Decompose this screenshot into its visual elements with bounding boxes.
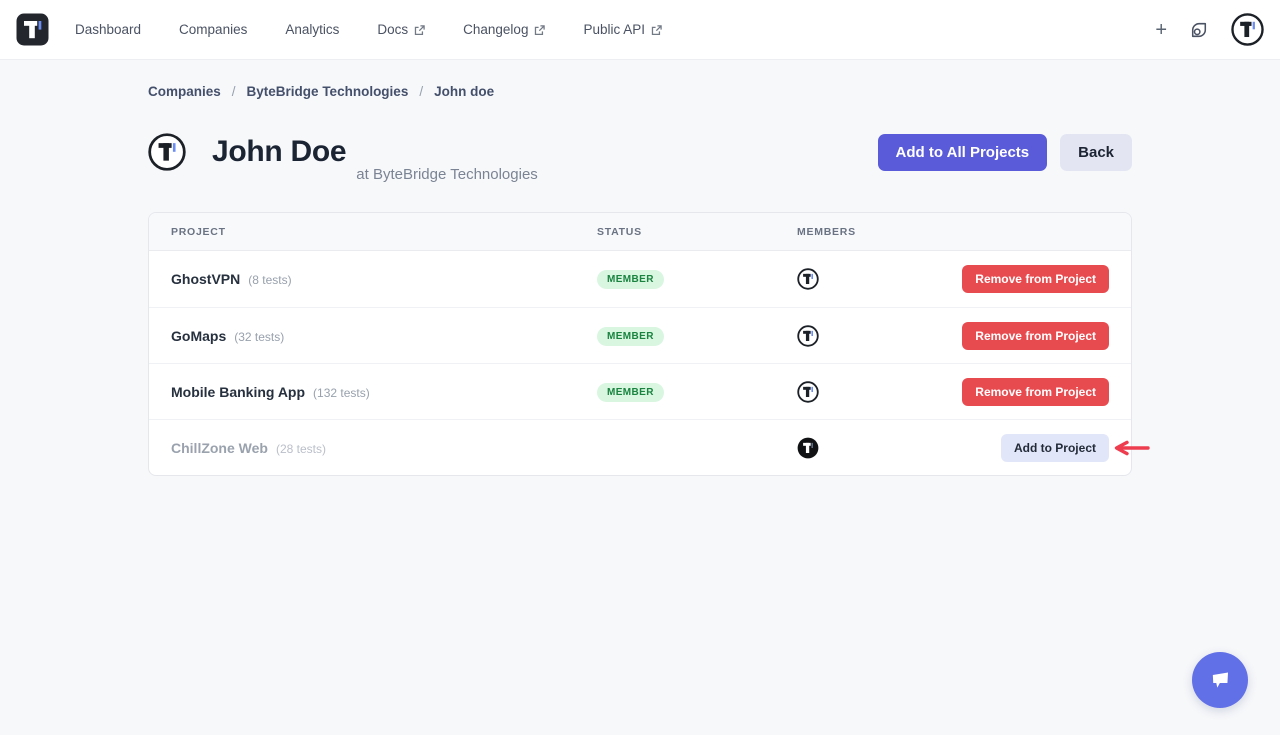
status-cell: MEMBER bbox=[597, 326, 797, 346]
nav-item-companies[interactable]: Companies bbox=[179, 22, 247, 37]
breadcrumb-separator: / bbox=[232, 84, 236, 99]
project-cell: GhostVPN (8 tests) bbox=[171, 271, 597, 287]
breadcrumb-company[interactable]: ByteBridge Technologies bbox=[247, 84, 409, 99]
members-cell: Remove from Project bbox=[797, 322, 1109, 350]
project-name: GoMaps bbox=[171, 328, 226, 344]
nav-item-label: Docs bbox=[377, 22, 408, 37]
status-cell: MEMBER bbox=[597, 269, 797, 289]
external-link-icon bbox=[534, 25, 545, 36]
chat-widget-button[interactable] bbox=[1192, 652, 1248, 708]
remove-from-project-button[interactable]: Remove from Project bbox=[962, 265, 1109, 293]
nav-item-analytics[interactable]: Analytics bbox=[285, 22, 339, 37]
table-header-row: PROJECT STATUS MEMBERS bbox=[149, 213, 1131, 251]
breadcrumb: Companies / ByteBridge Technologies / Jo… bbox=[148, 84, 1132, 99]
members-cell: Remove from Project bbox=[797, 265, 1109, 293]
page-subtitle: at ByteBridge Technologies bbox=[356, 166, 538, 189]
main-content: Companies / ByteBridge Technologies / Jo… bbox=[148, 84, 1132, 476]
breadcrumb-current: John doe bbox=[434, 84, 494, 99]
back-button[interactable]: Back bbox=[1060, 134, 1132, 171]
add-to-project-button[interactable]: Add to Project bbox=[1001, 434, 1109, 462]
nav-item-changelog[interactable]: Changelog bbox=[463, 22, 545, 37]
page-title: John Doe bbox=[212, 135, 346, 169]
member-avatar bbox=[797, 325, 819, 347]
column-header-members: MEMBERS bbox=[797, 226, 1109, 238]
status-badge: MEMBER bbox=[597, 270, 664, 289]
plus-icon[interactable]: + bbox=[1155, 20, 1167, 40]
project-cell: Mobile Banking App (132 tests) bbox=[171, 384, 597, 400]
status-cell: MEMBER bbox=[597, 382, 797, 402]
project-test-count: (132 tests) bbox=[313, 386, 370, 400]
project-test-count: (28 tests) bbox=[276, 442, 326, 456]
member-avatar-dark bbox=[797, 437, 819, 459]
status-badge: MEMBER bbox=[597, 327, 664, 346]
project-cell: ChillZone Web (28 tests) bbox=[171, 440, 597, 456]
project-name: GhostVPN bbox=[171, 271, 240, 287]
nav-item-label: Changelog bbox=[463, 22, 528, 37]
remove-from-project-button[interactable]: Remove from Project bbox=[962, 322, 1109, 350]
projects-table: PROJECT STATUS MEMBERS GhostVPN (8 tests… bbox=[148, 212, 1132, 476]
search-icon[interactable] bbox=[1190, 21, 1208, 39]
project-test-count: (8 tests) bbox=[248, 273, 291, 287]
column-header-status: STATUS bbox=[597, 226, 797, 238]
member-avatar bbox=[797, 268, 819, 290]
nav-item-dashboard[interactable]: Dashboard bbox=[75, 22, 141, 37]
header-actions: Add to All Projects Back bbox=[878, 134, 1132, 171]
column-header-project: PROJECT bbox=[171, 226, 597, 238]
project-name: ChillZone Web bbox=[171, 440, 268, 456]
page-header: John Doe at ByteBridge Technologies Add … bbox=[148, 115, 1132, 189]
table-row: GoMaps (32 tests) MEMBER Remove from Pro… bbox=[149, 307, 1131, 363]
chat-bubble-icon bbox=[1206, 667, 1234, 694]
member-avatar bbox=[797, 381, 819, 403]
remove-from-project-button[interactable]: Remove from Project bbox=[962, 378, 1109, 406]
profile-avatar bbox=[148, 133, 186, 171]
project-name: Mobile Banking App bbox=[171, 384, 305, 400]
user-avatar[interactable] bbox=[1231, 13, 1264, 46]
top-nav: Dashboard Companies Analytics Docs Chang… bbox=[0, 0, 1280, 60]
nav-item-label: Public API bbox=[583, 22, 645, 37]
nav-links: Dashboard Companies Analytics Docs Chang… bbox=[75, 22, 700, 37]
nav-item-label: Companies bbox=[179, 22, 247, 37]
table-row: Mobile Banking App (132 tests) MEMBER Re… bbox=[149, 363, 1131, 419]
annotation-arrow-icon bbox=[1112, 440, 1150, 456]
nav-item-label: Dashboard bbox=[75, 22, 141, 37]
members-cell: Remove from Project bbox=[797, 378, 1109, 406]
table-row: ChillZone Web (28 tests) Add to Project bbox=[149, 419, 1131, 475]
nav-item-label: Analytics bbox=[285, 22, 339, 37]
app-logo-icon[interactable] bbox=[16, 13, 49, 46]
nav-right-actions: + bbox=[1155, 13, 1264, 46]
members-cell: Add to Project bbox=[797, 434, 1109, 462]
add-to-all-projects-button[interactable]: Add to All Projects bbox=[878, 134, 1048, 171]
project-test-count: (32 tests) bbox=[234, 330, 284, 344]
nav-item-docs[interactable]: Docs bbox=[377, 22, 425, 37]
breadcrumb-separator: / bbox=[419, 84, 423, 99]
table-row: GhostVPN (8 tests) MEMBER Remove from Pr… bbox=[149, 251, 1131, 307]
breadcrumb-companies[interactable]: Companies bbox=[148, 84, 221, 99]
external-link-icon bbox=[414, 25, 425, 36]
status-badge: MEMBER bbox=[597, 383, 664, 402]
external-link-icon bbox=[651, 25, 662, 36]
nav-item-public-api[interactable]: Public API bbox=[583, 22, 662, 37]
project-cell: GoMaps (32 tests) bbox=[171, 328, 597, 344]
